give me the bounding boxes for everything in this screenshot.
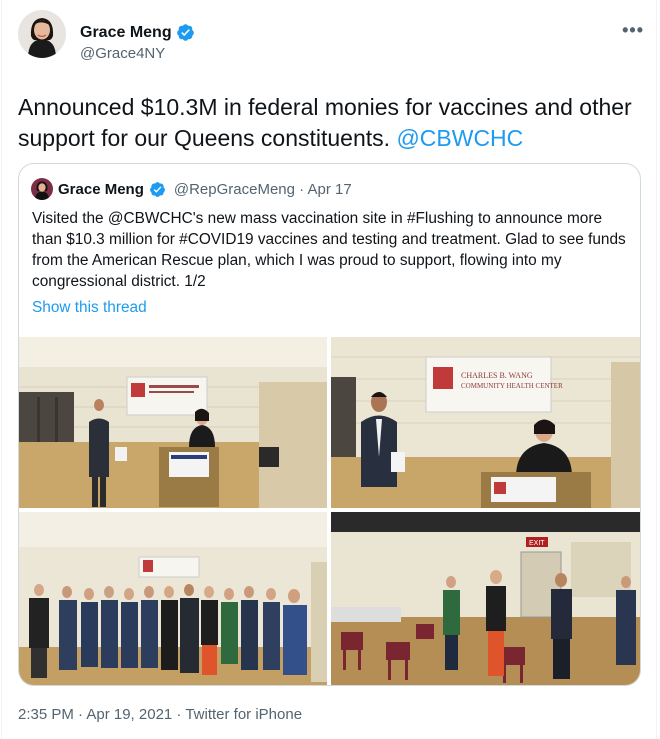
exit-sign: EXIT — [529, 540, 545, 547]
tweet-text: Announced $10.3M in federal monies for v… — [18, 92, 643, 154]
photo-grid: CHARLES B. WANG COMMUNITY HEALTH CENTER — [19, 337, 640, 685]
photo-1[interactable] — [19, 337, 327, 508]
more-icon[interactable]: ••• — [622, 20, 644, 41]
verified-badge-icon — [176, 24, 194, 41]
quoted-author-name: Grace Meng — [58, 180, 144, 198]
photo-4[interactable]: EXIT — [331, 512, 640, 685]
quoted-tweet-text: Visited the @CBWCHC's new mass vaccinati… — [32, 210, 626, 290]
svg-text:COMMUNITY HEALTH CENTER: COMMUNITY HEALTH CENTER — [461, 382, 563, 390]
author-handle[interactable]: @Grace4NY — [80, 45, 195, 62]
mention-link[interactable]: @CBWCHC — [396, 125, 523, 151]
author-avatar[interactable] — [18, 10, 66, 58]
quoted-tweet-meta: @RepGraceMeng · Apr 17 — [173, 180, 352, 198]
photo-2[interactable]: CHARLES B. WANG COMMUNITY HEALTH CENTER — [331, 337, 640, 508]
quoted-tweet-card[interactable]: Grace Meng @RepGraceMeng · Apr 17 Visite… — [18, 163, 641, 686]
tweet-header: Grace Meng @Grace4NY ••• — [18, 10, 648, 70]
tweet-body-text: Announced $10.3M in federal monies for v… — [18, 94, 632, 151]
tweet-timestamp[interactable]: 2:35 PM · Apr 19, 2021 · Twitter for iPh… — [18, 706, 302, 723]
photo-3[interactable] — [19, 512, 327, 685]
banner-text: CHARLES B. WANG — [461, 371, 533, 380]
quoted-tweet-header: Grace Meng @RepGraceMeng · Apr 17 — [31, 178, 352, 200]
verified-badge-icon — [149, 181, 165, 197]
author-name[interactable]: Grace Meng — [80, 24, 172, 42]
author-name-row: Grace Meng — [80, 23, 195, 42]
author-block: Grace Meng @Grace4NY — [80, 23, 195, 62]
quoted-author-avatar — [31, 178, 53, 200]
show-thread-link[interactable]: Show this thread — [32, 299, 147, 317]
